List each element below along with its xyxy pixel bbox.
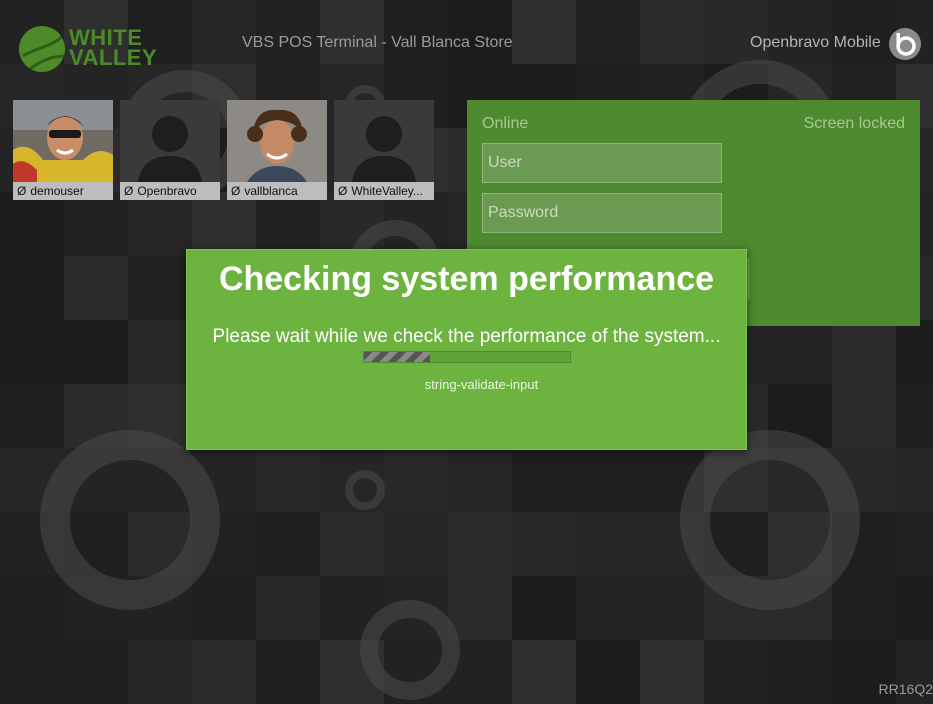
progress-fill xyxy=(364,352,430,362)
current-step-text: string-validate-input xyxy=(424,377,539,392)
background-tile xyxy=(832,384,896,448)
version-label: RR16Q2 xyxy=(878,681,933,697)
user-tile-openbravo[interactable]: Ø Openbravo xyxy=(120,100,220,200)
user-photo xyxy=(13,100,113,182)
openbravo-logo-icon xyxy=(889,28,921,60)
lock-status: Screen locked xyxy=(803,115,905,132)
user-name: vallblanca xyxy=(244,184,298,198)
brand-name: WHITE VALLEY xyxy=(69,27,158,70)
user-caption: Ø WhiteValley... xyxy=(334,182,434,200)
background-tile xyxy=(512,640,576,704)
background-watermark-icon xyxy=(680,430,860,610)
background-tile xyxy=(0,192,64,256)
background-tile xyxy=(768,320,832,384)
background-tile xyxy=(832,320,896,384)
background-tile xyxy=(768,640,832,704)
background-tile xyxy=(448,512,512,576)
background-tile xyxy=(896,576,933,640)
white-valley-logo: WHITE VALLEY xyxy=(19,26,159,74)
background-tile xyxy=(576,448,640,512)
background-tile xyxy=(896,320,933,384)
user-status-icon: Ø xyxy=(231,184,241,198)
background-tile xyxy=(64,320,128,384)
background-watermark-icon xyxy=(345,470,385,510)
dialog-title: Checking system performance xyxy=(218,260,715,298)
background-tile xyxy=(192,192,256,256)
background-tile xyxy=(512,448,576,512)
brand-line2: VALLEY xyxy=(69,45,158,70)
user-name: WhiteValley... xyxy=(351,184,423,198)
default-avatar-icon xyxy=(120,100,220,182)
performance-check-dialog: Checking system performance Please wait … xyxy=(186,249,747,450)
background-tile xyxy=(192,640,256,704)
top-bar: WHITE VALLEY VBS POS Terminal - Vall Bla… xyxy=(0,0,933,90)
background-tile xyxy=(64,640,128,704)
background-tile xyxy=(704,640,768,704)
background-tile xyxy=(320,512,384,576)
background-tile xyxy=(256,576,320,640)
background-tile xyxy=(448,448,512,512)
app-name: Openbravo Mobile xyxy=(750,34,881,51)
user-status-icon: Ø xyxy=(338,184,348,198)
dialog-message: Please wait while we check the performan… xyxy=(212,326,721,347)
background-tile xyxy=(512,576,576,640)
background-tile xyxy=(896,512,933,576)
background-tile xyxy=(128,640,192,704)
background-tile xyxy=(640,640,704,704)
user-caption: Øvallblanca xyxy=(227,182,327,200)
background-tile xyxy=(128,256,192,320)
tennis-ball-icon xyxy=(19,26,65,72)
background-tile xyxy=(0,320,64,384)
background-tile xyxy=(0,640,64,704)
background-tile xyxy=(128,320,192,384)
background-tile xyxy=(256,192,320,256)
background-tile xyxy=(128,192,192,256)
user-name: Openbravo xyxy=(137,184,197,198)
background-tile xyxy=(384,512,448,576)
default-avatar-icon xyxy=(334,100,434,182)
user-caption: Ødemouser xyxy=(13,182,113,200)
background-tile xyxy=(448,576,512,640)
background-tile xyxy=(256,512,320,576)
connection-status: Online xyxy=(482,115,529,132)
background-tile xyxy=(896,448,933,512)
current-step-label: string-validate-input xyxy=(187,377,746,392)
background-tile xyxy=(384,448,448,512)
background-tile xyxy=(256,640,320,704)
background-tile xyxy=(64,256,128,320)
background-tile xyxy=(832,576,896,640)
background-tile xyxy=(192,576,256,640)
background-tile xyxy=(256,448,320,512)
user-photo xyxy=(227,100,327,182)
progress-bar xyxy=(363,351,571,363)
background-watermark-icon xyxy=(40,430,220,610)
background-tile xyxy=(64,192,128,256)
background-tile xyxy=(576,512,640,576)
background-watermark-icon xyxy=(360,600,460,700)
password-input[interactable] xyxy=(482,193,722,233)
background-tile xyxy=(0,384,64,448)
background-tile xyxy=(576,640,640,704)
background-tile xyxy=(896,384,933,448)
user-caption: Ø Openbravo xyxy=(120,182,220,200)
background-tile xyxy=(512,512,576,576)
background-tile xyxy=(0,576,64,640)
terminal-title: VBS POS Terminal - Vall Blanca Store xyxy=(242,34,513,51)
background-tile xyxy=(640,576,704,640)
background-tile xyxy=(576,576,640,640)
user-name: demouser xyxy=(30,184,84,198)
user-tile-demouser[interactable]: Ødemouser xyxy=(13,100,113,200)
user-tile-whitevalley[interactable]: Ø WhiteValley... xyxy=(334,100,434,200)
user-status-icon: Ø xyxy=(124,184,134,198)
username-input[interactable] xyxy=(482,143,722,183)
user-tile-vallblanca[interactable]: Øvallblanca xyxy=(227,100,327,200)
user-status-icon: Ø xyxy=(17,184,27,198)
background-tile xyxy=(0,256,64,320)
